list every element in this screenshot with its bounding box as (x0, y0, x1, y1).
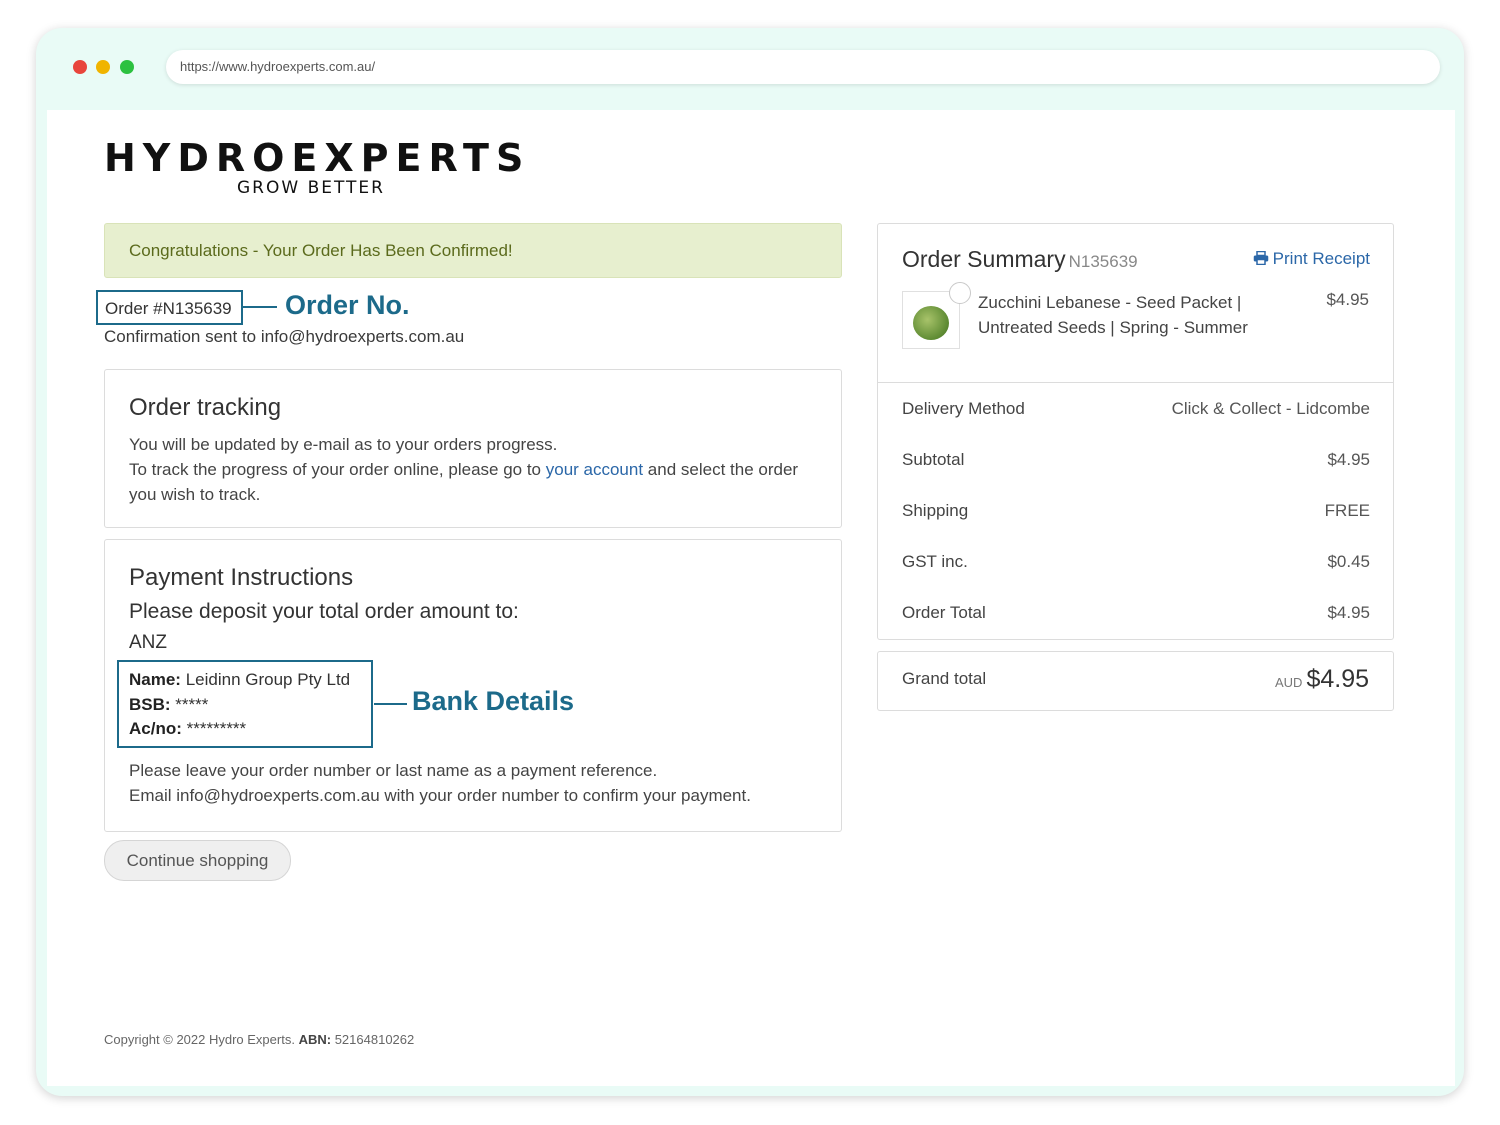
address-bar[interactable]: https://www.hydroexperts.com.au/ (166, 50, 1440, 84)
summary-row-delivery: Delivery Method Click & Collect - Lidcomb… (902, 399, 1370, 419)
minimize-window-icon[interactable] (96, 60, 110, 74)
summary-row-shipping: Shipping FREE (902, 501, 1370, 521)
summary-row-value: FREE (1324, 501, 1370, 520)
print-receipt-link[interactable]: Print Receipt (1253, 249, 1370, 269)
account-name-line: Name: Leidinn Group Pty Ltd (129, 668, 361, 693)
close-window-icon[interactable] (73, 60, 87, 74)
printer-icon (1253, 251, 1268, 265)
summary-row-label: GST inc. (902, 552, 968, 571)
order-summary-title: Order Summary (902, 246, 1066, 272)
your-account-link[interactable]: your account (546, 460, 643, 479)
summary-divider (878, 382, 1393, 383)
summary-row-value: $0.45 (1327, 552, 1370, 571)
tracking-instructions: To track the progress of your order onli… (129, 457, 817, 507)
summary-row-value: $4.95 (1327, 603, 1370, 622)
maximize-window-icon[interactable] (120, 60, 134, 74)
summary-row-value: $4.95 (1327, 450, 1370, 469)
summary-row-label: Subtotal (902, 450, 965, 469)
order-no-annotation: Order No. (285, 290, 410, 320)
bsb-line: BSB: ***** (129, 693, 361, 718)
site-logo[interactable]: HYDROEXPERTS GROW BETTER (104, 136, 531, 198)
account-number-value: ********* (186, 719, 247, 738)
grand-total-card: Grand total AUD $4.95 (877, 651, 1394, 711)
grand-total-value: $4.95 (1306, 665, 1369, 693)
order-summary-header: Order Summary N135639 Print Receipt (902, 246, 1370, 273)
copyright-text: Copyright © 2022 Hydro Experts. (104, 1032, 295, 1047)
page-viewport: HYDROEXPERTS GROW BETTER Congratulations… (47, 110, 1455, 1086)
deposit-instruction: Please deposit your total order amount t… (129, 600, 519, 623)
abn-label: ABN: (298, 1032, 332, 1047)
confirmation-sent-text: Confirmation sent to info@hydroexperts.c… (104, 327, 465, 346)
summary-row-order-total: Order Total $4.95 (902, 603, 1370, 623)
print-receipt-label: Print Receipt (1272, 249, 1370, 268)
payment-instructions-title: Payment Instructions (129, 564, 354, 591)
bank-details-annotation: Bank Details (412, 686, 575, 716)
order-number: Order #N135639 (96, 290, 243, 325)
logo-wordmark: HYDROEXPERTS (104, 136, 531, 180)
order-tracking-title: Order tracking (129, 394, 282, 421)
bank-details-annotation-line (374, 703, 407, 705)
quantity-badge (949, 282, 971, 304)
summary-row-value: Click & Collect - Lidcombe (1171, 399, 1370, 418)
continue-shopping-button[interactable]: Continue shopping (104, 840, 291, 881)
account-name-label: Name: (129, 670, 181, 689)
order-tracking-card: Order tracking You will be updated by e-… (104, 369, 842, 528)
logo-tagline: GROW BETTER (236, 178, 385, 198)
account-number-label: Ac/no: (129, 719, 182, 738)
order-summary-card: Order Summary N135639 Print Receipt Zucch… (877, 223, 1394, 640)
tracking-update-text: You will be updated by e-mail as to your… (129, 435, 558, 454)
abn-value: 52164810262 (334, 1032, 415, 1047)
zucchini-image (913, 306, 949, 340)
product-thumbnail[interactable] (902, 282, 971, 349)
bank-details-box: Name: Leidinn Group Pty Ltd BSB: ***** A… (117, 660, 373, 748)
browser-window: https://www.hydroexperts.com.au/ HYDROEX… (36, 28, 1464, 1096)
product-price: $4.95 (1326, 290, 1369, 309)
payment-email-note: Email info@hydroexperts.com.au with your… (129, 786, 751, 805)
grand-total-amount: AUD $4.95 (1275, 665, 1369, 694)
account-name-value: Leidinn Group Pty Ltd (185, 670, 351, 689)
currency-code: AUD (1274, 675, 1303, 690)
bank-name: ANZ (129, 632, 167, 653)
tracking-text-pre: To track the progress of your order onli… (129, 460, 546, 479)
summary-row-gst: GST inc. $0.45 (902, 552, 1370, 572)
order-confirmed-alert: Congratulations - Your Order Has Been Co… (104, 223, 842, 278)
bsb-value: ***** (175, 694, 209, 714)
order-summary-id: N135639 (1068, 252, 1138, 271)
payment-reference-note: Please leave your order number or last n… (129, 761, 658, 780)
bsb-label: BSB: (129, 694, 171, 714)
summary-row-subtotal: Subtotal $4.95 (902, 450, 1370, 470)
order-no-annotation-line (243, 306, 277, 308)
product-name: Zucchini Lebanese - Seed Packet | Untrea… (978, 293, 1248, 337)
account-number-line: Ac/no: ********* (129, 717, 361, 742)
summary-row-label: Delivery Method (902, 399, 1025, 418)
footer-copyright: Copyright © 2022 Hydro Experts. ABN: 521… (104, 1032, 414, 1047)
grand-total-label: Grand total (902, 669, 987, 688)
summary-row-label: Order Total (902, 603, 986, 622)
summary-row-label: Shipping (902, 501, 969, 520)
payment-notes: Please leave your order number or last n… (129, 758, 751, 808)
